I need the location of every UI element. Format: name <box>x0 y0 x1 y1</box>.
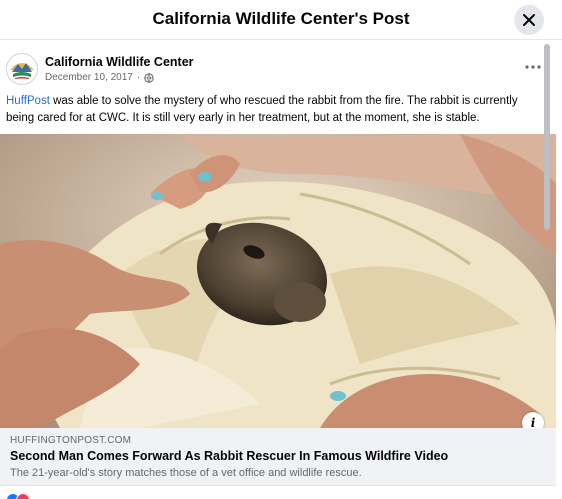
reaction-icons[interactable] <box>6 493 30 499</box>
dialog-title: California Wildlife Center's Post <box>152 9 410 28</box>
meta-separator: · <box>136 72 141 83</box>
dialog-header: California Wildlife Center's Post <box>0 0 562 40</box>
post-meta: December 10, 2017 · <box>45 72 154 83</box>
rabbit-in-blanket-photo <box>0 134 556 428</box>
page-name[interactable]: California Wildlife Center <box>45 55 194 69</box>
link-domain: HUFFINGTONPOST.COM <box>10 435 132 446</box>
close-icon <box>523 14 535 26</box>
close-button[interactable] <box>514 5 544 35</box>
scrollbar-thumb[interactable] <box>544 44 550 230</box>
love-reaction-icon <box>16 493 30 499</box>
post-image[interactable]: i <box>0 134 556 428</box>
post-dialog: California Wildlife Center's Post Califo… <box>0 0 562 499</box>
globe-icon <box>144 72 154 83</box>
link-title[interactable]: Second Man Comes Forward As Rabbit Rescu… <box>10 449 448 463</box>
california-wildlife-center-logo <box>8 55 36 83</box>
avatar[interactable] <box>6 53 38 85</box>
link-description: The 21-year-old's story matches those of… <box>10 467 362 479</box>
huffpost-link[interactable]: HuffPost <box>6 95 50 107</box>
more-horizontal-icon <box>525 65 541 69</box>
reactions-row <box>0 491 556 499</box>
post-header: California Wildlife Center December 10, … <box>0 41 562 93</box>
post-date[interactable]: December 10, 2017 <box>45 72 133 83</box>
link-preview-card[interactable]: HUFFINGTONPOST.COM Second Man Comes Forw… <box>0 428 556 486</box>
info-button[interactable]: i <box>522 412 544 428</box>
more-options-button[interactable] <box>520 57 546 77</box>
post-text: HuffPost was able to solve the mystery o… <box>6 93 546 127</box>
post-scroll-area[interactable]: California Wildlife Center December 10, … <box>0 41 562 499</box>
post-text-body: was able to solve the mystery of who res… <box>6 95 518 124</box>
info-icon: i <box>530 416 536 428</box>
